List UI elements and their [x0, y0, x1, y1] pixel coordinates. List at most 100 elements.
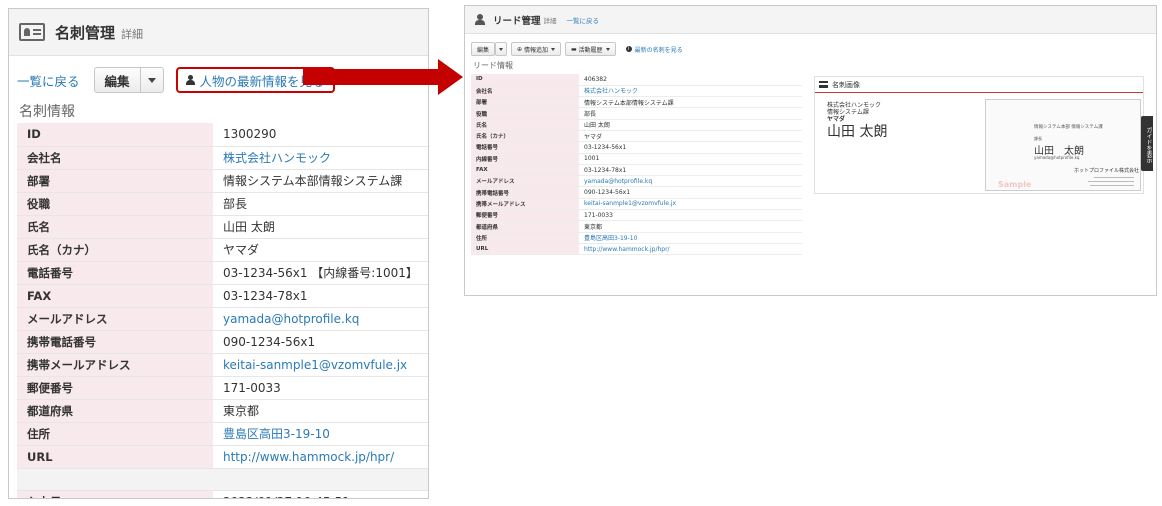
field-value: 部長 — [213, 192, 428, 216]
table-row: ID 1300290 — [17, 123, 428, 147]
ocr-kana: ヤマダ — [827, 116, 846, 123]
table-row: 電話番号 03-1234-56x1 — [471, 141, 802, 154]
field-label: 部署 — [471, 96, 579, 109]
spacer-row — [17, 468, 428, 491]
field-value: 情報システム本部情報システム課 — [213, 169, 428, 193]
field-label: 会社名 — [471, 85, 579, 98]
table-row: 携帯メールアドレス keitai-sanmple1@vzomvfule.jx — [17, 353, 428, 377]
page-title: 名刺管理 — [55, 23, 116, 42]
card-ocr-text: 株式会社ハンモック 情報システム課 ヤマダ 山田 太朗 — [827, 102, 887, 140]
edit-dropdown-button[interactable] — [495, 42, 508, 56]
field-value: 03-1234-78x1 — [213, 284, 428, 308]
field-value: 03-1234-56x1 【内線番号:1001】 — [213, 261, 428, 285]
edit-button[interactable]: 編集 — [471, 42, 496, 56]
edit-button[interactable]: 編集 — [95, 68, 140, 92]
business-card-image[interactable]: 情報システム本部 情報システム課 課長 山田 太朗 yamada@hotprof… — [985, 99, 1141, 191]
section-title: リード情報 — [473, 61, 513, 70]
red-arrow-icon — [303, 59, 463, 95]
card-info-table: ID 1300290 会社名 株式会社ハンモック 部署 情報システム本部情報システム課… — [17, 123, 428, 498]
table-row: 都道府県 東京都 — [17, 399, 428, 423]
company-link[interactable]: 株式会社ハンモック — [213, 146, 428, 170]
toolbar: 編集 ⊕ 情報追加 ▬ 活動履歴 i 最新の名刺を見る — [471, 42, 683, 56]
url-link[interactable]: http://www.hammock.jp/hpr/ — [213, 445, 428, 469]
field-value: 090-1234-56x1 — [579, 186, 802, 199]
field-value: 1001 — [579, 153, 802, 165]
field-label: 都道府県 — [471, 220, 579, 233]
card-fine-print — [1094, 177, 1134, 178]
field-value: 情報システム本部情報システム課 — [579, 96, 802, 109]
address-link[interactable]: 豊島区高田3-19-10 — [579, 232, 802, 244]
table-row: メールアドレス yamada@hotprofile.kq — [17, 307, 428, 331]
table-row: 郵便番号 171-0033 — [17, 376, 428, 400]
ocr-name: 山田 太朗 — [827, 124, 888, 140]
table-row: 携帯電話番号 090-1234-56x1 — [17, 330, 428, 354]
table-row: URL http://www.hammock.jp/hpr/ — [17, 445, 428, 469]
email-link[interactable]: yamada@hotprofile.kq — [579, 175, 802, 188]
field-value: 03-1234-56x1 — [579, 141, 802, 154]
company-link[interactable]: 株式会社ハンモック — [579, 85, 802, 98]
table-row: FAX 03-1234-78x1 — [17, 284, 428, 308]
field-value: 山田 太朗 — [213, 215, 428, 239]
card-image-title: 名刺画像 — [832, 80, 860, 89]
sample-watermark: Sample — [998, 180, 1032, 189]
table-row: 住所 豊島区高田3-19-10 — [471, 232, 802, 244]
field-value: 171-0033 — [579, 209, 802, 222]
field-value: ヤマダ — [579, 130, 802, 143]
person-icon — [185, 75, 195, 85]
back-to-list-link[interactable]: 一覧に戻る — [17, 71, 80, 90]
chevron-down-icon — [550, 47, 555, 51]
field-label: ID — [17, 123, 213, 147]
panel-header: リード管理 詳細 一覧に戻る — [465, 6, 1156, 34]
checklist-icon — [819, 81, 828, 88]
plus-icon: ⊕ — [517, 45, 524, 53]
field-label: 郵便番号 — [471, 209, 579, 222]
field-label: FAX — [471, 164, 579, 177]
field-value: ヤマダ — [213, 238, 428, 262]
field-value: 090-1234-56x1 — [213, 330, 428, 354]
add-info-button[interactable]: ⊕ 情報追加 — [511, 42, 561, 56]
page-subtitle: 詳細 — [543, 16, 557, 25]
panel-header: 名刺管理 詳細 — [9, 9, 428, 56]
field-label: 携帯メールアドレス — [17, 353, 213, 377]
chevron-down-icon — [499, 47, 504, 51]
activity-history-button[interactable]: ▬ 活動履歴 — [564, 42, 616, 56]
table-row: 氏名（カナ） ヤマダ — [17, 238, 428, 262]
field-label: 内線番号 — [471, 153, 579, 165]
field-label: 携帯電話番号 — [471, 186, 579, 199]
email-link[interactable]: yamada@hotprofile.kq — [213, 307, 428, 331]
field-label: 住所 — [471, 232, 579, 244]
mobile-email-link[interactable]: keitai-sanmple1@vzomvfule.jx — [213, 353, 428, 377]
show-guide-tab[interactable]: ガイドを表示 — [1141, 116, 1153, 171]
info-icon: i — [625, 46, 632, 52]
field-label: メールアドレス — [17, 307, 213, 331]
field-value: 東京都 — [579, 220, 802, 233]
table-row: 郵便番号 171-0033 — [471, 209, 802, 222]
add-info-label: 情報追加 — [523, 46, 548, 54]
field-label: 氏名（カナ） — [471, 130, 579, 143]
url-link[interactable]: http://www.hammock.jp/hpr/ — [579, 243, 802, 256]
table-row: 内線番号 1001 — [471, 153, 802, 165]
field-label: 会社名 — [17, 146, 213, 170]
field-label: URL — [17, 445, 213, 469]
field-value: 東京都 — [213, 399, 428, 423]
table-row: 入力日2022/01/27 10:45:51 — [17, 490, 428, 498]
edit-dropdown-button[interactable] — [139, 68, 163, 92]
field-value: 171-0033 — [213, 376, 428, 400]
field-label: メールアドレス — [471, 175, 579, 188]
field-value: 2022/01/27 10:45:51 — [213, 490, 428, 498]
mobile-email-link[interactable]: keitai-sanmple1@vzomvfule.jx — [579, 198, 802, 211]
table-row: 携帯メールアドレス keitai-sanmple1@vzomvfule.jx — [471, 198, 802, 211]
edit-label: 編集 — [477, 46, 490, 54]
field-label: 住所 — [17, 422, 213, 446]
table-row: 住所 豊島区高田3-19-10 — [17, 422, 428, 446]
field-label: 都道府県 — [17, 399, 213, 423]
card-image-header: 名刺画像 — [815, 77, 1143, 93]
field-value: 1300290 — [213, 123, 428, 147]
address-link[interactable]: 豊島区高田3-19-10 — [213, 422, 428, 446]
briefcase-icon: ▬ — [570, 45, 579, 53]
back-to-list-link[interactable]: 一覧に戻る — [567, 15, 600, 25]
card-fine-print — [1090, 185, 1134, 186]
view-latest-card-link[interactable]: i 最新の名刺を見る — [625, 45, 683, 54]
field-value: 山田 太朗 — [579, 119, 802, 131]
card-fine-print — [1088, 181, 1134, 182]
